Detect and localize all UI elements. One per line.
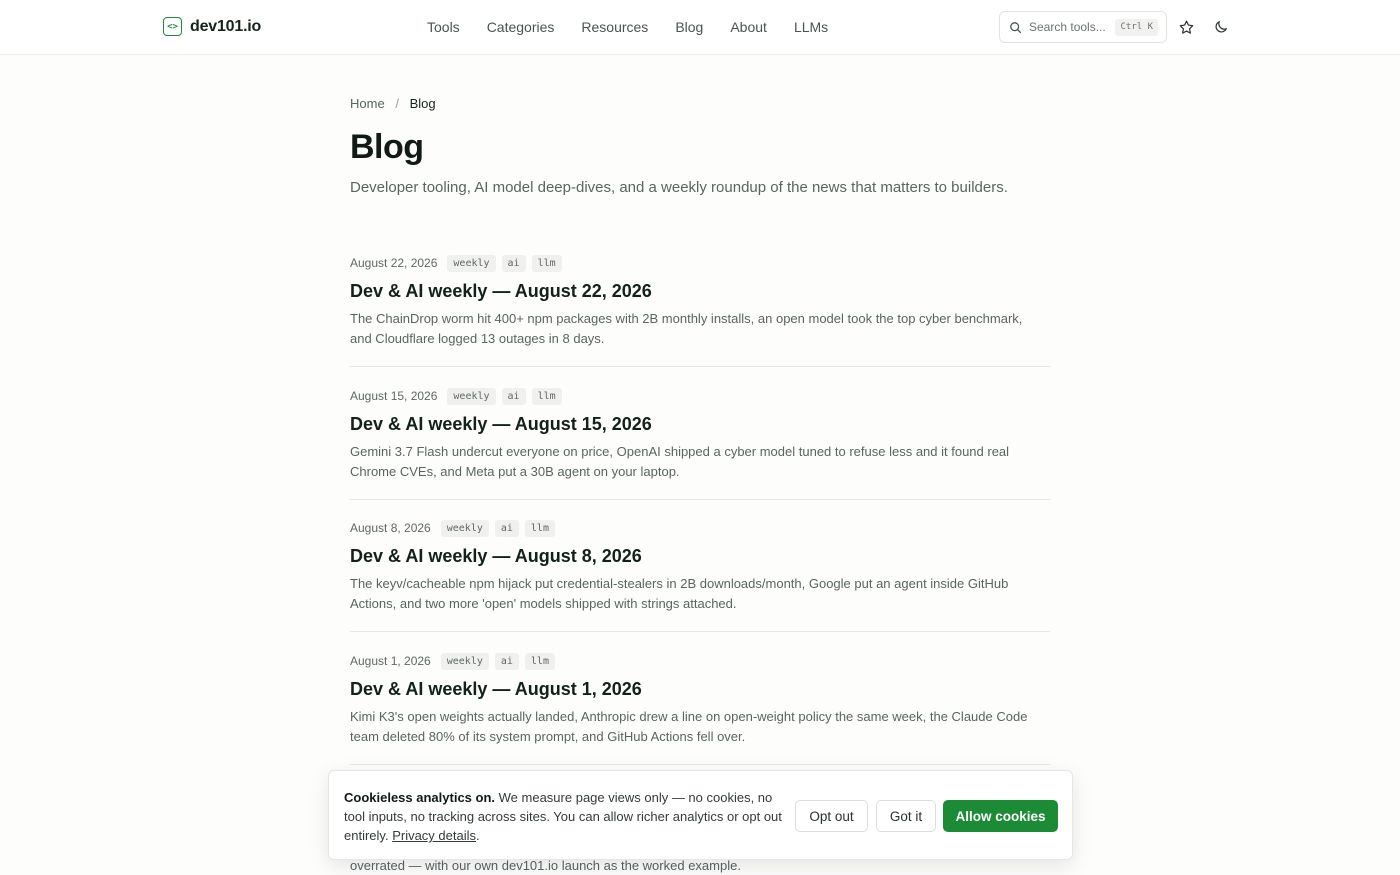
post-title-link[interactable]: Dev & AI weekly — August 8, 2026 — [350, 546, 1050, 567]
post-date: August 1, 2026 — [350, 654, 431, 668]
post-meta: August 15, 2026 weekly ai llm — [350, 387, 1050, 405]
page-description: Developer tooling, AI model deep-dives, … — [350, 179, 1008, 196]
post-tags: weekly ai llm — [447, 387, 562, 405]
nav-tools[interactable]: Tools — [427, 19, 460, 35]
post-card[interactable]: August 15, 2026 weekly ai llm Dev & AI w… — [350, 387, 1050, 500]
post-tags: weekly ai llm — [447, 254, 562, 272]
post-date: August 8, 2026 — [350, 521, 431, 535]
post-excerpt: Gemini 3.7 Flash undercut everyone on pr… — [350, 444, 1010, 479]
tag-llm: llm — [531, 387, 562, 405]
tag-llm: llm — [531, 254, 562, 272]
cookie-message: Cookieless analytics on. We measure page… — [344, 788, 784, 845]
post-date: August 22, 2026 — [350, 256, 438, 270]
site-header: <> dev101.io Tools Categories Resources … — [0, 0, 1400, 55]
post-excerpt: Kimi K3's open weights actually landed, … — [350, 709, 1028, 744]
allow-cookies-button[interactable]: Allow cookies — [943, 800, 1058, 832]
favorites-button[interactable] — [1176, 17, 1196, 37]
moon-icon — [1215, 21, 1227, 33]
code-brackets-icon: <> — [163, 17, 182, 36]
opt-out-button[interactable]: Opt out — [795, 800, 868, 832]
got-it-button[interactable]: Got it — [876, 800, 936, 832]
nav-blog[interactable]: Blog — [675, 19, 703, 35]
post-title-link[interactable]: Dev & AI weekly — August 22, 2026 — [350, 281, 1050, 302]
cookie-banner: Cookieless analytics on. We measure page… — [328, 770, 1073, 860]
tag-ai: ai — [494, 652, 519, 670]
post-card[interactable]: August 22, 2026 weekly ai llm Dev & AI w… — [350, 254, 1050, 367]
tag-ai: ai — [494, 519, 519, 537]
breadcrumb-home[interactable]: Home — [350, 96, 385, 111]
tag-ai: ai — [501, 387, 526, 405]
theme-toggle-button[interactable] — [1211, 17, 1231, 37]
post-tags: weekly ai llm — [440, 652, 555, 670]
post-date: August 15, 2026 — [350, 389, 438, 403]
cookie-heading: Cookieless analytics on. — [344, 790, 496, 805]
brand-logo-link[interactable]: <> dev101.io — [163, 17, 261, 36]
breadcrumb-current: Blog — [409, 96, 436, 111]
search-icon — [1010, 21, 1022, 33]
star-icon — [1179, 20, 1193, 34]
nav-resources[interactable]: Resources — [581, 19, 648, 35]
cookie-link-suffix: . — [476, 828, 480, 843]
breadcrumb: Home / Blog — [350, 96, 436, 111]
post-tags: weekly ai llm — [440, 519, 555, 537]
post-excerpt: The ChainDrop worm hit 400+ npm packages… — [350, 311, 1023, 346]
post-excerpt: The keyv/cacheable npm hijack put creden… — [350, 576, 1009, 611]
search-shortcut: Ctrl K — [1115, 19, 1158, 36]
tag-ai: ai — [501, 254, 526, 272]
post-title-link[interactable]: Dev & AI weekly — August 15, 2026 — [350, 414, 1050, 435]
brand-name: dev101.io — [190, 17, 262, 35]
post-card[interactable]: August 8, 2026 weekly ai llm Dev & AI we… — [350, 519, 1050, 632]
post-meta: August 1, 2026 weekly ai llm — [350, 652, 1050, 670]
main-nav: Tools Categories Resources Blog About LL… — [427, 19, 828, 35]
privacy-details-link[interactable]: Privacy details — [392, 828, 476, 843]
page-title: Blog — [350, 128, 424, 166]
tag-llm: llm — [524, 652, 555, 670]
tag-weekly: weekly — [440, 652, 489, 670]
tag-weekly: weekly — [440, 519, 489, 537]
tag-weekly: weekly — [447, 387, 496, 405]
post-meta: August 8, 2026 weekly ai llm — [350, 519, 1050, 537]
nav-categories[interactable]: Categories — [487, 19, 555, 35]
post-card[interactable]: August 1, 2026 weekly ai llm Dev & AI we… — [350, 652, 1050, 765]
nav-about[interactable]: About — [730, 19, 767, 35]
tag-weekly: weekly — [447, 254, 496, 272]
search-placeholder: Search tools... — [1029, 20, 1106, 34]
post-title-link[interactable]: Dev & AI weekly — August 1, 2026 — [350, 679, 1050, 700]
breadcrumb-separator: / — [395, 96, 399, 111]
post-excerpt-partial: overrated — with our own dev101.io launc… — [350, 858, 741, 873]
tag-llm: llm — [524, 519, 555, 537]
post-meta: August 22, 2026 weekly ai llm — [350, 254, 1050, 272]
nav-llms[interactable]: LLMs — [794, 19, 828, 35]
search-button[interactable]: Search tools... Ctrl K — [999, 11, 1167, 43]
